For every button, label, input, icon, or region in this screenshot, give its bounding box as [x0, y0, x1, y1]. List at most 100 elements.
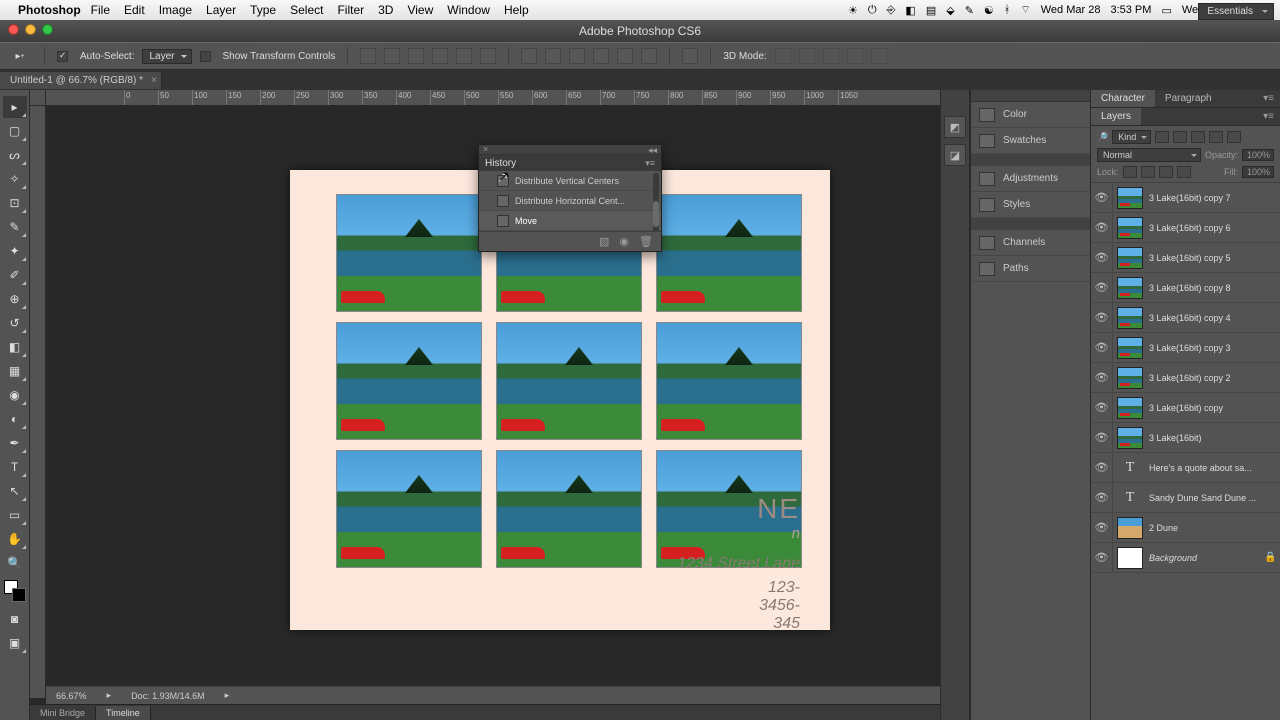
panel-swatches[interactable]: Swatches — [971, 128, 1090, 154]
layer-row[interactable]: 👁3 Lake(16bit) copy 8 — [1091, 273, 1280, 303]
zoom-readout[interactable]: 66.67% — [56, 691, 87, 701]
hand-tool[interactable]: ✋ — [3, 528, 27, 550]
filter-kind-dropdown[interactable]: Kind — [1112, 130, 1151, 144]
lasso-tool[interactable]: ᔕ — [3, 144, 27, 166]
dropbox-icon[interactable]: ⬙ — [946, 4, 954, 17]
align-icon[interactable] — [456, 48, 472, 64]
lake-image[interactable] — [336, 194, 482, 312]
align-icon[interactable] — [432, 48, 448, 64]
tab-mini-bridge[interactable]: Mini Bridge — [30, 706, 96, 720]
layer-name[interactable]: 3 Lake(16bit) copy 7 — [1147, 193, 1280, 203]
distribute-icon[interactable] — [569, 48, 585, 64]
layer-thumbnail[interactable] — [1117, 187, 1143, 209]
3d-icon[interactable] — [847, 48, 863, 64]
layer-row[interactable]: 👁TSandy Dune Sand Dune ... — [1091, 483, 1280, 513]
menu-type[interactable]: Type — [250, 3, 276, 17]
healing-tool[interactable]: ✦ — [3, 240, 27, 262]
distribute-icon[interactable] — [545, 48, 561, 64]
3d-icon[interactable] — [799, 48, 815, 64]
layer-thumbnail[interactable]: T — [1117, 487, 1143, 509]
show-transform-checkbox[interactable] — [200, 51, 211, 62]
blur-tool[interactable]: ◉ — [3, 384, 27, 406]
visibility-icon[interactable]: 👁 — [1091, 303, 1113, 332]
layer-row[interactable]: 👁3 Lake(16bit) copy 5 — [1091, 243, 1280, 273]
crop-tool[interactable]: ⊡ — [3, 192, 27, 214]
3d-icon[interactable] — [871, 48, 887, 64]
heading-text[interactable]: NE — [757, 493, 800, 525]
screen-mode-tool[interactable]: ▣ — [3, 632, 27, 654]
document-tab[interactable]: × Untitled-1 @ 66.7% (RGB/8) * — [0, 72, 162, 89]
menubar-date[interactable]: Wed Mar 28 — [1041, 4, 1101, 16]
brush-tool[interactable]: ✐ — [3, 264, 27, 286]
new-snapshot-icon[interactable]: ◉ — [619, 235, 629, 248]
history-tab-label[interactable]: History — [485, 158, 516, 169]
menubar-time[interactable]: 3:53 PM — [1110, 4, 1151, 16]
menu-view[interactable]: View — [407, 3, 433, 17]
filter-pixel-icon[interactable] — [1155, 131, 1169, 143]
filter-shape-icon[interactable] — [1209, 131, 1223, 143]
layer-row[interactable]: 👁 3 Lake(16bit) copy 7 — [1091, 183, 1280, 213]
menu-select[interactable]: Select — [290, 3, 323, 17]
opacity-value[interactable]: 100% — [1242, 149, 1274, 161]
filter-smart-icon[interactable] — [1227, 131, 1241, 143]
menu-help[interactable]: Help — [504, 3, 529, 17]
visibility-icon[interactable]: 👁 — [1091, 543, 1113, 572]
tab-paragraph[interactable]: Paragraph — [1155, 90, 1222, 107]
lock-all-icon[interactable] — [1177, 166, 1191, 178]
battery-icon[interactable]: ▭ — [1161, 4, 1171, 17]
layer-name[interactable]: Here's a quote about sa... — [1147, 463, 1280, 473]
layer-name[interactable]: 3 Lake(16bit) — [1147, 433, 1280, 443]
current-tool-icon[interactable]: ▸+ — [8, 46, 32, 66]
layer-name[interactable]: 2 Dune — [1147, 523, 1280, 533]
menu-file[interactable]: File — [91, 3, 110, 17]
visibility-icon[interactable]: 👁 — [1091, 483, 1113, 512]
scrollbar[interactable] — [653, 173, 659, 231]
visibility-icon[interactable]: 👁 — [1091, 273, 1113, 302]
lake-image[interactable] — [496, 322, 642, 440]
menu-layer[interactable]: Layer — [206, 3, 236, 17]
filter-icon[interactable]: 🔎 — [1097, 132, 1108, 143]
visibility-icon[interactable]: 👁 — [1091, 393, 1113, 422]
layer-thumbnail[interactable] — [1117, 247, 1143, 269]
lake-image[interactable] — [496, 450, 642, 568]
new-document-icon[interactable]: ▧ — [599, 235, 609, 248]
layer-thumbnail[interactable] — [1117, 217, 1143, 239]
tab-character[interactable]: Character — [1091, 90, 1155, 107]
align-icon[interactable] — [480, 48, 496, 64]
align-icon[interactable] — [360, 48, 376, 64]
auto-align-icon[interactable] — [682, 48, 698, 64]
color-swatches[interactable] — [4, 580, 26, 602]
layer-name[interactable]: 3 Lake(16bit) copy 2 — [1147, 373, 1280, 383]
panel-menu-icon[interactable]: ▾≡ — [645, 158, 655, 169]
history-brush-tool[interactable]: ↺ — [3, 312, 27, 334]
history-item[interactable]: Move — [479, 211, 661, 231]
panel-close-icon[interactable]: × — [483, 144, 488, 154]
visibility-icon[interactable]: 👁 — [1091, 183, 1113, 212]
distribute-icon[interactable] — [641, 48, 657, 64]
layer-thumbnail[interactable]: T — [1117, 457, 1143, 479]
status-icon[interactable]: ☯ — [984, 4, 994, 17]
align-icon[interactable] — [384, 48, 400, 64]
properties-panel-icon[interactable]: ◪ — [944, 144, 966, 166]
magic-wand-tool[interactable]: ✧ — [3, 168, 27, 190]
layer-name[interactable]: 3 Lake(16bit) copy 4 — [1147, 313, 1280, 323]
zoom-button[interactable] — [42, 24, 53, 35]
lake-image[interactable] — [336, 322, 482, 440]
layer-row[interactable]: 👁3 Lake(16bit) copy 2 — [1091, 363, 1280, 393]
history-item[interactable]: Distribute Horizontal Cent... — [479, 191, 661, 211]
layer-row[interactable]: 👁3 Lake(16bit) copy 6 — [1091, 213, 1280, 243]
layer-name[interactable]: Background — [1147, 553, 1264, 563]
layer-thumbnail[interactable] — [1117, 277, 1143, 299]
distribute-icon[interactable] — [521, 48, 537, 64]
filter-type-icon[interactable] — [1191, 131, 1205, 143]
subheading-text[interactable]: n — [757, 525, 800, 542]
zoom-tool[interactable]: 🔍 — [3, 552, 27, 574]
blend-mode-dropdown[interactable]: Normal — [1097, 148, 1201, 162]
path-selection-tool[interactable]: ↖ — [3, 480, 27, 502]
menu-filter[interactable]: Filter — [337, 3, 364, 17]
visibility-icon[interactable]: 👁 — [1091, 333, 1113, 362]
ruler-horizontal[interactable]: 0501001502002503003504004505005506006507… — [46, 90, 940, 106]
lock-position-icon[interactable] — [1159, 166, 1173, 178]
layer-row[interactable]: 👁3 Lake(16bit) — [1091, 423, 1280, 453]
trash-icon[interactable]: 🗑 — [639, 235, 653, 248]
